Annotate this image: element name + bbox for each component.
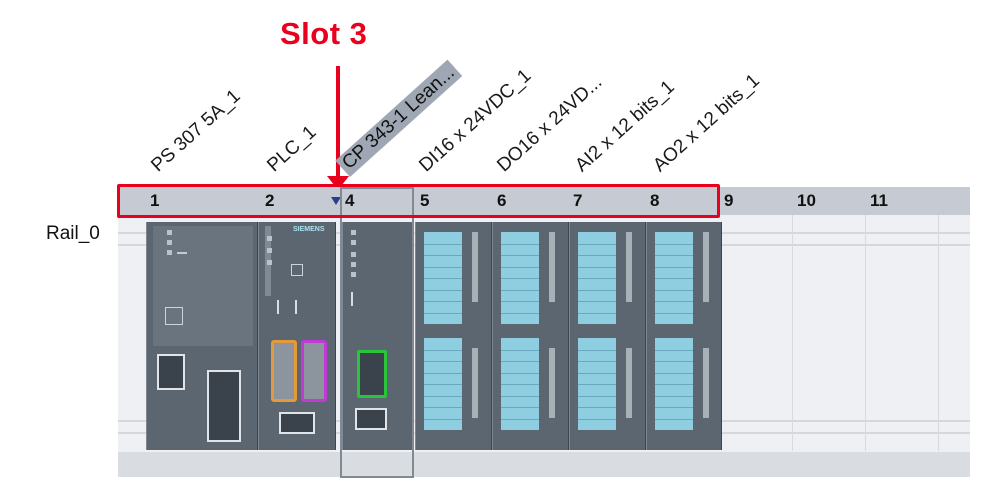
io-channel-divider (578, 350, 616, 351)
io-channel-divider (424, 313, 462, 314)
led-column (703, 232, 709, 302)
slot-number: 11 (870, 191, 888, 210)
led-column (626, 232, 632, 302)
terminal-block-icon (207, 370, 241, 442)
module-power-supply[interactable] (146, 222, 258, 450)
io-channel-divider (578, 361, 616, 362)
slot-number: 10 (797, 191, 816, 210)
status-led (267, 260, 272, 265)
led-column (703, 348, 709, 418)
switch-icon (165, 307, 183, 325)
slot-divider (938, 215, 939, 451)
io-channel-divider (501, 407, 539, 408)
io-channel-divider (655, 407, 693, 408)
io-channel-divider (578, 313, 616, 314)
status-led (167, 250, 172, 255)
plc-brand: SIEMENS (293, 226, 325, 233)
io-channel-divider (578, 278, 616, 279)
io-channel-divider (578, 244, 616, 245)
slot-divider (865, 215, 866, 451)
io-channel-divider (578, 267, 616, 268)
terminal-block-icon (279, 412, 315, 434)
io-channel-divider (501, 373, 539, 374)
io-channel-divider (424, 396, 462, 397)
profibus-port-orange[interactable] (271, 340, 297, 402)
io-channel-divider (424, 290, 462, 291)
module-text-mark (177, 252, 187, 254)
io-channel-divider (578, 407, 616, 408)
module-label-plc[interactable]: PLC_1 (263, 122, 321, 177)
io-channel-divider (655, 419, 693, 420)
io-channel-divider (578, 301, 616, 302)
slot-divider (792, 215, 793, 451)
io-channel-divider (424, 407, 462, 408)
status-led (167, 240, 172, 245)
io-channel-divider (501, 290, 539, 291)
io-channel-divider (501, 255, 539, 256)
mpi-port-purple[interactable] (301, 340, 327, 402)
io-channel-divider (578, 290, 616, 291)
io-channel-divider (578, 396, 616, 397)
slot-row-highlight-box (117, 184, 720, 218)
io-channel-divider (578, 384, 616, 385)
slot-card-icon (277, 300, 297, 314)
io-channel-divider (655, 396, 693, 397)
io-channel-divider (424, 278, 462, 279)
led-column (549, 348, 555, 418)
rack-bottom-strip (118, 452, 970, 477)
io-channel-divider (424, 301, 462, 302)
selected-slot-frame (340, 187, 414, 478)
io-channel-divider (501, 361, 539, 362)
status-led (267, 236, 272, 241)
io-channel-divider (655, 244, 693, 245)
module-label-ps[interactable]: PS 307 5A_1 (147, 86, 245, 177)
io-channel-divider (655, 278, 693, 279)
io-channel-divider (578, 255, 616, 256)
status-led (167, 230, 172, 235)
mode-switch-icon (291, 264, 303, 276)
io-channel-divider (578, 373, 616, 374)
io-channel-divider (424, 373, 462, 374)
io-channel-divider (424, 419, 462, 420)
io-channel-divider (501, 350, 539, 351)
rail-label: Rail_0 (46, 223, 100, 244)
io-channel-divider (501, 301, 539, 302)
module-di16[interactable] (415, 222, 492, 450)
module-ao2[interactable] (646, 222, 722, 450)
io-channel-divider (424, 384, 462, 385)
io-channel-divider (501, 419, 539, 420)
module-ai2[interactable] (569, 222, 646, 450)
io-channel-divider (655, 384, 693, 385)
led-column (549, 232, 555, 302)
io-channel-divider (424, 255, 462, 256)
io-channel-divider (578, 419, 616, 420)
led-column (472, 348, 478, 418)
module-do16[interactable] (492, 222, 569, 450)
io-channel-divider (655, 301, 693, 302)
terminal-block-icon (157, 354, 185, 390)
io-channel-divider (655, 373, 693, 374)
io-channel-divider (501, 313, 539, 314)
status-led (267, 248, 272, 253)
io-channel-divider (424, 267, 462, 268)
slot-number: 9 (724, 191, 734, 210)
io-channel-divider (501, 396, 539, 397)
io-channel-divider (655, 255, 693, 256)
led-column (626, 348, 632, 418)
io-channel-divider (655, 313, 693, 314)
io-channel-divider (424, 244, 462, 245)
io-channel-divider (655, 350, 693, 351)
slot-3-annotation-title: Slot 3 (280, 16, 368, 51)
io-channel-divider (655, 361, 693, 362)
io-channel-divider (424, 361, 462, 362)
io-channel-divider (655, 267, 693, 268)
io-channel-divider (501, 244, 539, 245)
io-channel-divider (655, 290, 693, 291)
io-channel-divider (424, 350, 462, 351)
io-channel-divider (501, 267, 539, 268)
module-plc-cpu[interactable]: SIEMENS (258, 222, 336, 450)
io-channel-divider (501, 278, 539, 279)
led-column (472, 232, 478, 302)
io-channel-divider (501, 384, 539, 385)
